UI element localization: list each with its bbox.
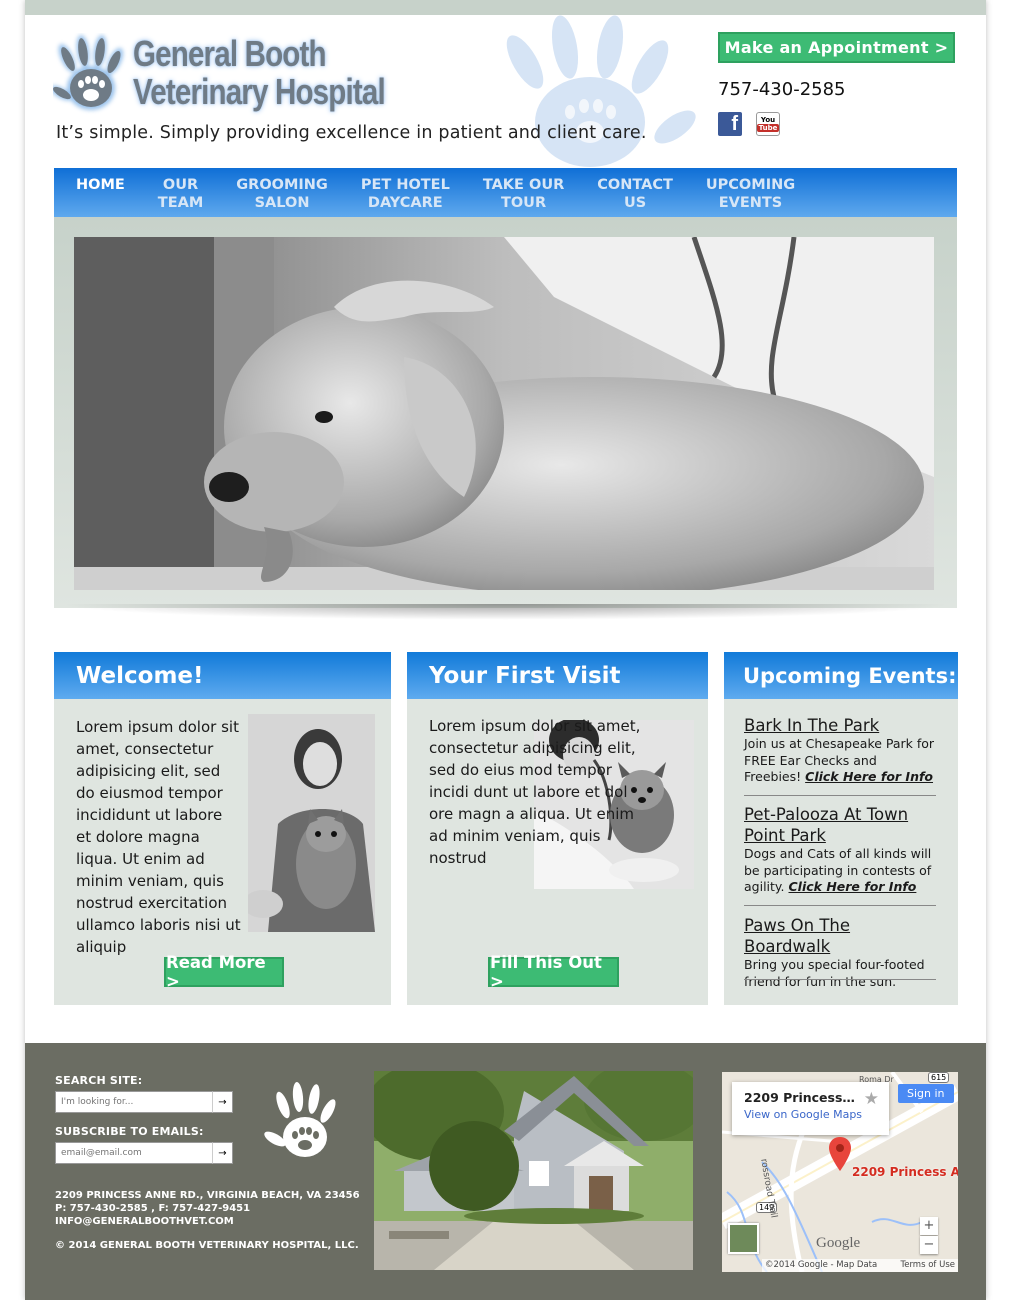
tagline: It’s simple. Simply providing excellence… xyxy=(56,123,647,143)
search-submit-arrow-icon[interactable]: → xyxy=(212,1091,233,1113)
footer-email[interactable]: INFO@GENERALBOOTHVET.COM xyxy=(55,1215,360,1228)
nav-home-label: HOME xyxy=(76,177,125,193)
map-place-title: 2209 Princess… xyxy=(744,1090,855,1105)
nav-take-our-tour[interactable]: TAKE OUR TOUR xyxy=(483,168,564,217)
nav-upcoming-events[interactable]: UPCOMING EVENTS xyxy=(706,168,795,217)
event-desc-text: Bring you special four-footed friend for… xyxy=(744,957,925,989)
logo-text: General Booth Veterinary Hospital xyxy=(133,33,386,112)
route-615-badge: 615 xyxy=(928,1072,950,1083)
events-title: Upcoming Events: xyxy=(724,652,958,699)
nav-label: TEAM xyxy=(157,195,204,211)
map-place-card[interactable]: 2209 Princess… View on Google Maps ★ xyxy=(732,1082,889,1135)
event-divider xyxy=(744,979,936,980)
search-input[interactable] xyxy=(55,1091,213,1113)
events-panel: Upcoming Events: Bark In The Park Join u… xyxy=(724,652,958,1005)
first-visit-panel: Your First Visit Lorem ipsum dolor sit a… xyxy=(407,652,708,1005)
subscribe-label: SUBSCRIBE TO EMAILS: xyxy=(55,1125,204,1138)
nav-label: CONTACT xyxy=(597,177,673,193)
event-title[interactable]: Bark In The Park xyxy=(744,715,936,736)
event-desc: Join us at Chesapeake Park for FREE Ear … xyxy=(744,736,936,786)
hero-shadow xyxy=(59,604,952,620)
site-logo[interactable]: General Booth Veterinary Hospital xyxy=(53,33,443,123)
hospital-building-photo xyxy=(374,1071,693,1270)
footer-handprint-icon xyxy=(264,1082,336,1157)
youtube-icon-tube: Tube xyxy=(756,124,780,132)
event-title[interactable]: Pet-Palooza At Town Point Park xyxy=(744,804,936,846)
facebook-icon[interactable]: f xyxy=(718,112,742,136)
subscribe-submit-arrow-icon[interactable]: → xyxy=(212,1142,233,1164)
nav-label: UPCOMING xyxy=(705,177,796,193)
event-item: Pet-Palooza At Town Point Park Dogs and … xyxy=(744,804,936,896)
zoom-in-button[interactable]: + xyxy=(920,1217,938,1235)
footer-contact-info: 2209 PRINCESS ANNE RD., VIRGINIA BEACH, … xyxy=(55,1189,360,1228)
google-logo: Google xyxy=(816,1235,861,1251)
nav-label: GROOMING xyxy=(236,177,328,193)
map-data-credit: ©2014 Google - Map Data xyxy=(765,1260,878,1270)
welcome-title: Welcome! xyxy=(54,652,391,699)
nav-label: EVENTS xyxy=(718,195,783,211)
event-divider xyxy=(744,795,936,796)
nav-contact-us[interactable]: CONTACT US xyxy=(597,168,673,217)
first-visit-body: Lorem ipsum dolor sit amet, consectetur … xyxy=(429,717,641,867)
main-nav: HOME OUR TEAM GROOMING SALON PET HOTEL DAYC… xyxy=(54,168,957,217)
nav-label: PET HOTEL xyxy=(360,177,450,193)
make-appointment-button[interactable]: Make an Appointment > xyxy=(718,32,955,63)
footer: SEARCH SITE: → SUBSCRIBE TO EMAILS: → xyxy=(25,1043,986,1300)
welcome-body: Lorem ipsum dolor sit amet, consectetur … xyxy=(76,718,241,956)
event-desc: Dogs and Cats of all kinds will be parti… xyxy=(744,846,936,896)
event-divider xyxy=(744,905,936,906)
logo-line1: General Booth xyxy=(133,33,327,74)
background-handprint-icon xyxy=(506,15,696,167)
first-visit-title: Your First Visit xyxy=(407,652,708,699)
nav-our-team[interactable]: OUR TEAM xyxy=(158,168,203,217)
logo-line2: Veterinary Hospital xyxy=(133,71,386,112)
event-desc: Bring you special four-footed friend for… xyxy=(744,957,936,990)
map-satellite-thumb[interactable] xyxy=(728,1223,759,1254)
event-item: Bark In The Park Join us at Chesapeake P… xyxy=(744,715,936,786)
handprint-logo-icon xyxy=(53,35,124,110)
event-info-link[interactable]: Click Here for Info xyxy=(789,879,917,894)
nav-label: SALON xyxy=(254,195,310,211)
fill-this-out-button[interactable]: Fill This Out > xyxy=(488,953,619,991)
search-label: SEARCH SITE: xyxy=(55,1074,143,1087)
footer-copyright: © 2014 GENERAL BOOTH VETERINARY HOSPITAL… xyxy=(55,1240,359,1251)
event-title[interactable]: Paws On The Boardwalk xyxy=(744,915,936,957)
nav-pet-hotel-daycare[interactable]: PET HOTEL DAYCARE xyxy=(361,168,450,217)
map-pin-icon xyxy=(829,1137,851,1171)
google-map[interactable]: Roma Dr 615 149 rossroad Trail 2209 Prin… xyxy=(722,1072,958,1272)
hero-dog-photo xyxy=(74,237,934,590)
map-terms-link[interactable]: Terms of Use xyxy=(900,1260,955,1271)
map-attribution: ©2014 Google - Map Data Terms of Use xyxy=(762,1259,958,1272)
header-phone: 757-430-2585 xyxy=(718,79,846,100)
nav-label: DAYCARE xyxy=(367,195,443,211)
nav-label: OUR xyxy=(162,177,199,193)
youtube-icon[interactable]: You Tube xyxy=(756,112,780,136)
view-on-google-maps-link[interactable]: View on Google Maps xyxy=(744,1108,877,1121)
nav-label: TAKE OUR xyxy=(482,177,565,193)
event-info-link[interactable]: Click Here for Info xyxy=(805,769,933,784)
welcome-cat-photo xyxy=(248,714,375,932)
zoom-out-button[interactable]: − xyxy=(920,1236,938,1254)
nav-label: US xyxy=(623,195,647,211)
map-sign-in-button[interactable]: Sign in xyxy=(898,1084,954,1103)
welcome-panel: Welcome! Lorem ipsum dolor sit amet, con… xyxy=(54,652,391,1005)
nav-home[interactable]: HOME xyxy=(76,168,125,217)
email-input[interactable] xyxy=(55,1142,213,1164)
footer-address: 2209 PRINCESS ANNE RD., VIRGINIA BEACH, … xyxy=(55,1190,360,1201)
page-shell: General Booth Veterinary Hospital It’s s… xyxy=(25,0,986,1300)
nav-label: TOUR xyxy=(500,195,547,211)
social-links: f You Tube xyxy=(718,112,780,136)
youtube-icon-text: You xyxy=(760,116,776,124)
map-pin-label: 2209 Princess Ann xyxy=(852,1165,958,1179)
footer-phone-fax: P: 757-430-2585 , F: 757-427-9451 xyxy=(55,1203,251,1214)
nav-grooming-salon[interactable]: GROOMING SALON xyxy=(236,168,328,217)
read-more-button[interactable]: Read More > xyxy=(164,953,284,991)
star-icon[interactable]: ★ xyxy=(864,1089,879,1109)
